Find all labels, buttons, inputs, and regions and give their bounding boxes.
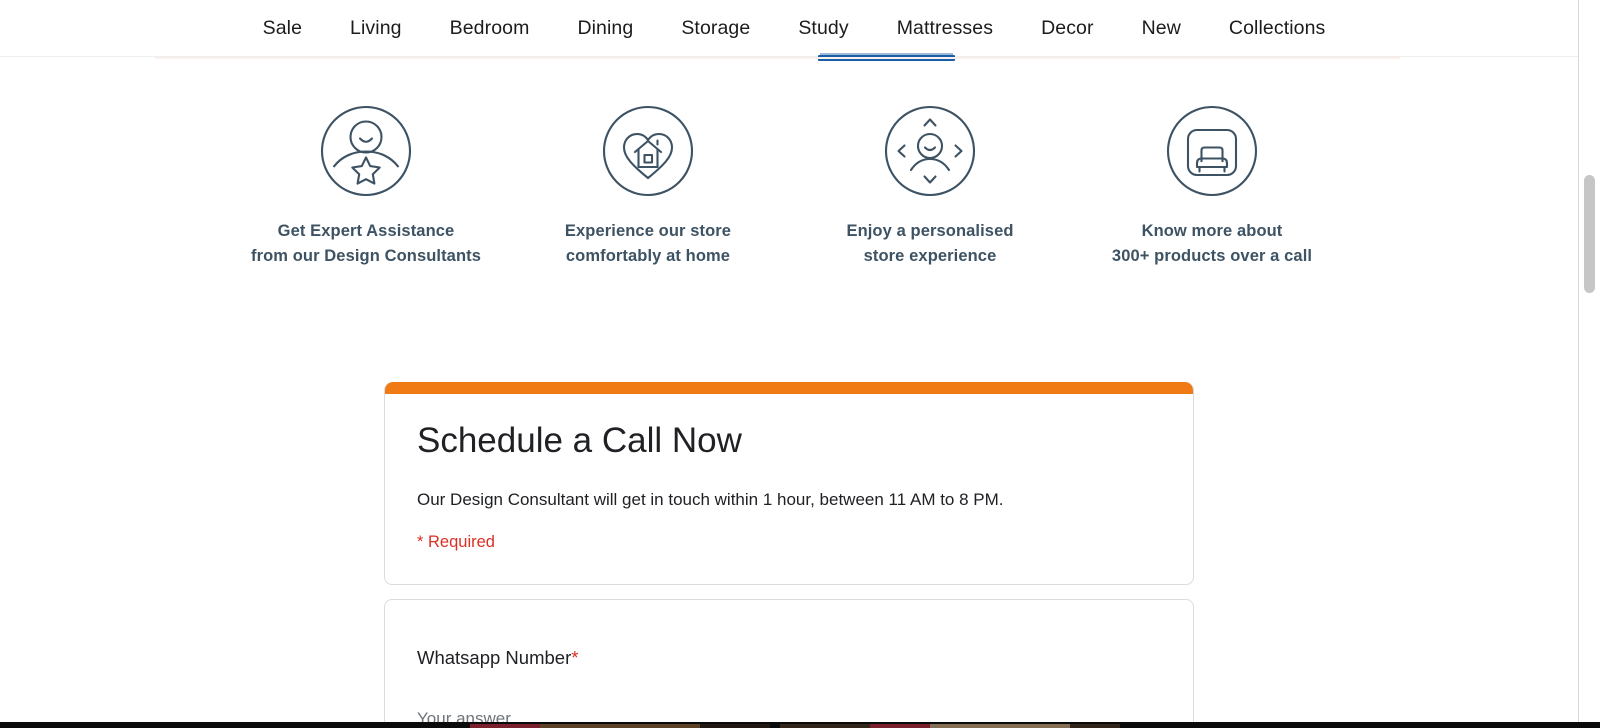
person-star-circle-icon	[320, 105, 412, 197]
nav-items-container: Sale Living Bedroom Dining Storage Study…	[229, 0, 1350, 56]
form-description: Our Design Consultant will get in touch …	[417, 490, 1004, 509]
feature-label-line-1: Know more about	[1141, 222, 1283, 240]
main-navigation: Sale Living Bedroom Dining Storage Study…	[0, 0, 1578, 57]
required-asterisk: *	[571, 646, 579, 668]
feature-label-personalised-experience: Enjoy a personalised store experience	[846, 219, 1013, 269]
nav-item-collections[interactable]: Collections	[1205, 0, 1349, 56]
nav-item-sale[interactable]: Sale	[239, 0, 326, 56]
feature-item-products-over-call[interactable]: Know more about 300+ products over a cal…	[1071, 105, 1353, 269]
page-bottom-edge	[0, 722, 1600, 728]
form-header-body: Schedule a Call Now Our Design Consultan…	[385, 394, 1193, 584]
page-scrollbar-track[interactable]	[1579, 0, 1600, 722]
form-required-note: * Required	[417, 532, 495, 551]
feature-label-line-1: Get Expert Assistance	[277, 222, 455, 240]
feature-label-line-2: comfortably at home	[565, 247, 731, 265]
feature-item-personalised-experience[interactable]: Enjoy a personalised store experience	[789, 105, 1071, 269]
page-root: Sale Living Bedroom Dining Storage Study…	[0, 0, 1600, 728]
person-arrows-circle-icon	[884, 105, 976, 197]
nav-item-mattresses[interactable]: Mattresses	[873, 0, 1017, 56]
feature-label-line-2: 300+ products over a call	[1111, 247, 1313, 265]
form-accent-bar	[385, 382, 1193, 394]
feature-label-products-over-call: Know more about 300+ products over a cal…	[1112, 219, 1312, 269]
feature-label-expert-assistance: Get Expert Assistance from our Design Co…	[251, 219, 481, 269]
feature-label-line-2: from our Design Consultants	[250, 247, 482, 265]
nav-item-new[interactable]: New	[1118, 0, 1205, 56]
feature-label-store-at-home: Experience our store comfortably at home	[565, 219, 731, 269]
form-header-card: Schedule a Call Now Our Design Consultan…	[384, 382, 1194, 585]
feature-label-line-2: store experience	[863, 247, 997, 265]
nav-item-living[interactable]: Living	[326, 0, 426, 56]
feature-highlights: Get Expert Assistance from our Design Co…	[0, 105, 1578, 269]
form-title: Schedule a Call Now	[417, 421, 742, 460]
armchair-circle-icon	[1166, 105, 1258, 197]
page-scrollbar-thumb[interactable]	[1584, 175, 1595, 293]
schedule-call-form: Schedule a Call Now Our Design Consultan…	[0, 382, 1578, 728]
nav-item-storage[interactable]: Storage	[657, 0, 774, 56]
form-question-whatsapp-number: Whatsapp Number* Your answer	[384, 598, 1194, 728]
question-label: Whatsapp Number	[417, 646, 572, 668]
nav-bottom-divider	[155, 57, 1400, 59]
nav-item-study[interactable]: Study	[774, 0, 872, 56]
nav-item-decor[interactable]: Decor	[1017, 0, 1118, 56]
heart-house-circle-icon	[602, 105, 694, 197]
nav-item-bedroom[interactable]: Bedroom	[426, 0, 554, 56]
feature-item-expert-assistance[interactable]: Get Expert Assistance from our Design Co…	[225, 105, 507, 269]
nav-item-dining[interactable]: Dining	[553, 0, 657, 56]
question-label-container: Whatsapp Number*	[417, 646, 1161, 671]
feature-item-store-at-home[interactable]: Experience our store comfortably at home	[507, 105, 789, 269]
feature-label-line-1: Enjoy a personalised	[846, 222, 1014, 240]
feature-label-line-1: Experience our store	[564, 222, 732, 240]
